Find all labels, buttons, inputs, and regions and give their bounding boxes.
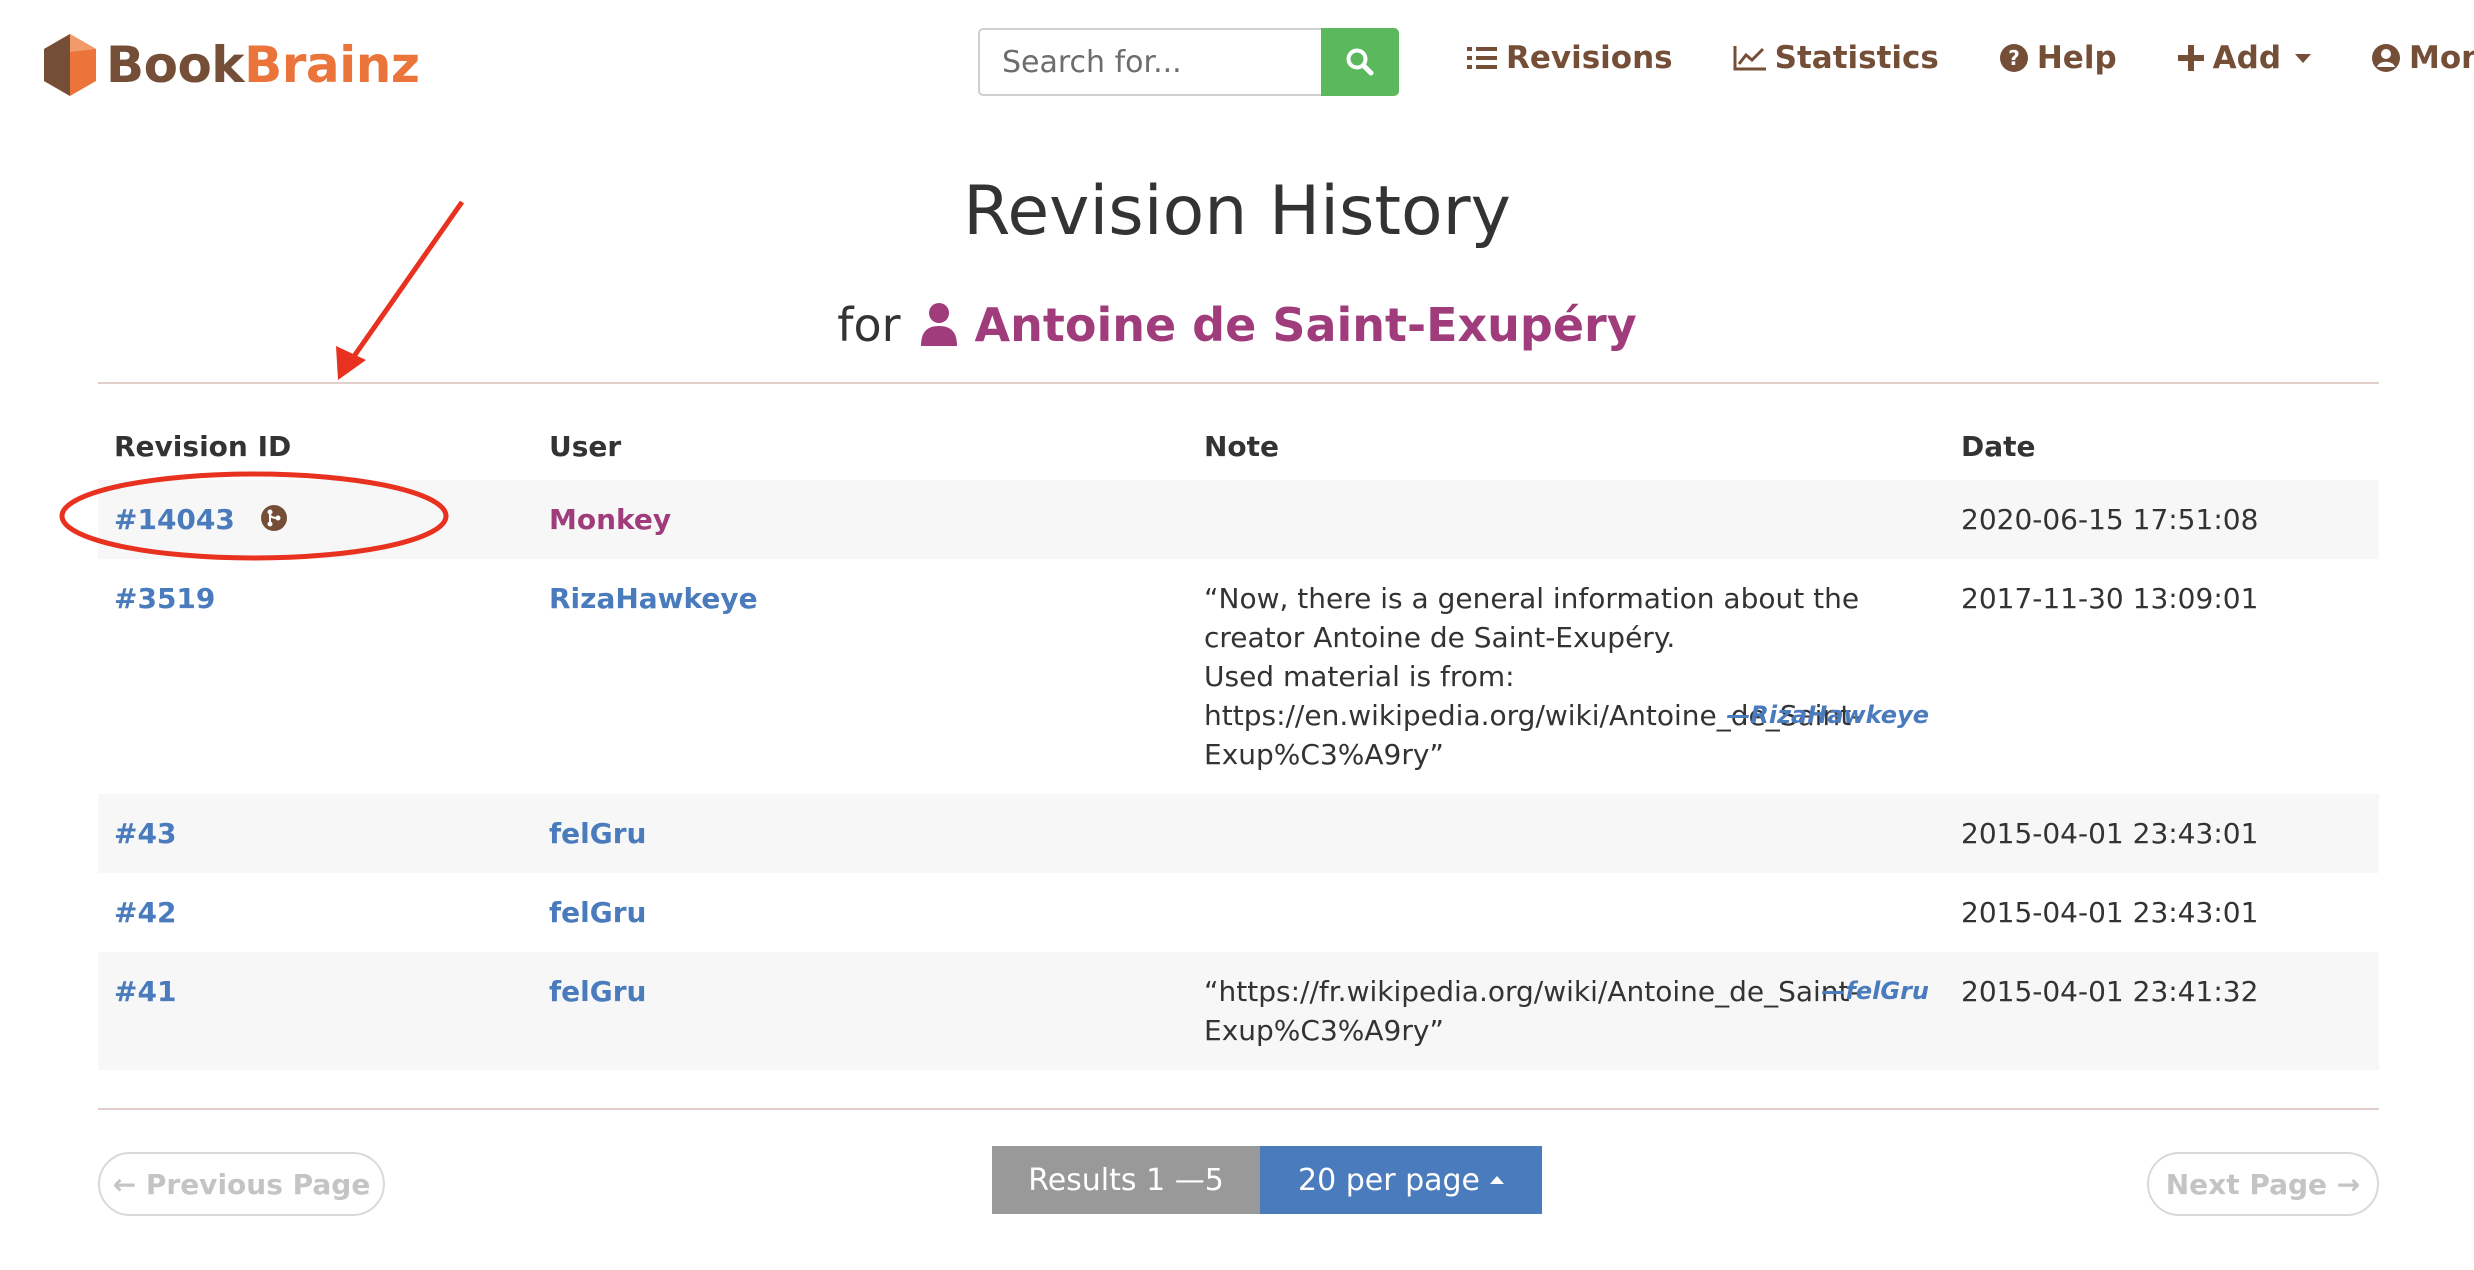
user-circle-icon (2372, 44, 2401, 72)
note-cell (1188, 794, 1945, 873)
nav-user-label: Monkey (2409, 40, 2474, 76)
revision-id-cell: #42 (98, 873, 533, 952)
note-cell (1188, 480, 1945, 559)
date-cell: 2020-06-15 17:51:08 (1945, 480, 2379, 559)
divider-top (98, 382, 2379, 384)
search-input[interactable] (978, 28, 1321, 96)
results-control: Results 1 —5 20 per page (992, 1146, 1542, 1214)
navbar: BookBrainz Revisions Statistics (0, 0, 2474, 130)
note-line: creator Antoine de Saint-Exupéry. (1204, 621, 1676, 654)
nav-user-dropdown[interactable]: Monkey (2371, 40, 2474, 76)
user-cell: felGru (533, 952, 1188, 1070)
note-line: “https://fr.wikipedia.org/wiki/Antoine_d… (1204, 975, 1860, 1008)
previous-page-button[interactable]: ← Previous Page (98, 1152, 385, 1216)
revision-link[interactable]: #41 (114, 975, 176, 1008)
note-cell: “https://fr.wikipedia.org/wiki/Antoine_d… (1188, 952, 1945, 1070)
note-text: “https://fr.wikipedia.org/wiki/Antoine_d… (1204, 972, 1929, 1050)
page-subtitle: for Antoine de Saint-Exupéry (0, 298, 2474, 352)
revision-id-cell: #3519 (98, 559, 533, 794)
nav-add-dropdown[interactable]: Add (2177, 40, 2312, 76)
note-line: Exup%C3%A9ry” (1204, 1014, 1444, 1047)
revision-id-cell: #41 (98, 952, 533, 1070)
revision-link[interactable]: #42 (114, 896, 176, 929)
column-header-date: Date (1961, 429, 2036, 463)
person-icon (920, 303, 957, 346)
note-line: Exup%C3%A9ry” (1204, 738, 1444, 771)
revision-id-cell: #14043 (98, 480, 533, 559)
page-title: Revision History (963, 172, 1511, 251)
date-cell: 2017-11-30 13:09:01 (1961, 582, 2259, 615)
table-row: #42 felGru 2015-04-01 23:43:01 (98, 873, 2379, 952)
brand-name-brainz: Brainz (244, 36, 420, 94)
table-row: #3519 RizaHawkeye “Now, there is a gener… (98, 559, 2379, 794)
search-button[interactable] (1321, 28, 1399, 96)
nav-links: Revisions Statistics ? Help Add Mon (1466, 40, 2474, 76)
merge-icon (260, 505, 287, 531)
date-cell: 2015-04-01 23:43:01 (1945, 794, 2379, 873)
column-header-note: Note (1204, 429, 1280, 463)
column-header-revision-id: Revision ID (114, 429, 292, 463)
revision-link[interactable]: #14043 (114, 503, 235, 536)
nav-revisions[interactable]: Revisions (1466, 40, 1673, 76)
chevron-down-icon (2295, 53, 2312, 63)
line-chart-icon (1733, 46, 1766, 71)
nav-statistics[interactable]: Statistics (1733, 40, 1939, 76)
revision-table: Revision ID User Note Date #14043 Monkey… (98, 412, 2379, 1070)
note-line: Used material is from: (1204, 660, 1515, 693)
note-cell (1188, 873, 1945, 952)
user-link[interactable]: felGru (549, 817, 647, 850)
list-icon (1467, 47, 1497, 69)
date-cell: 2015-04-01 23:41:32 (1945, 952, 2379, 1070)
bookbrainz-logo-icon (44, 34, 96, 96)
revision-link[interactable]: #3519 (114, 582, 215, 615)
user-link[interactable]: felGru (549, 975, 647, 1008)
table-row: #41 felGru “https://fr.wikipedia.org/wik… (98, 952, 2379, 1070)
results-count: Results 1 —5 (992, 1146, 1260, 1214)
user-cell: felGru (533, 794, 1188, 873)
search-form (978, 28, 1399, 96)
user-cell: felGru (533, 873, 1188, 952)
note-line: “Now, there is a general information abo… (1204, 582, 1860, 615)
note-cell: “Now, there is a general information abo… (1188, 559, 1945, 794)
user-cell: RizaHawkeye (533, 559, 1188, 794)
user-link[interactable]: felGru (549, 896, 647, 929)
plus-icon (2177, 45, 2204, 71)
search-icon (1346, 48, 1374, 76)
revision-link[interactable]: #43 (114, 817, 176, 850)
brand-name-book: Book (106, 36, 245, 94)
note-text: “Now, there is a general information abo… (1204, 579, 1929, 774)
nav-help-label: Help (2036, 40, 2117, 76)
chevron-up-icon (1490, 1176, 1504, 1184)
table-row: #14043 Monkey 2020-06-15 17:51:08 (98, 480, 2379, 559)
entity-name-link[interactable]: Antoine de Saint-Exupéry (975, 298, 1637, 352)
brand-name: BookBrainz (106, 36, 420, 94)
brand-logo[interactable]: BookBrainz (42, 30, 420, 100)
divider-bottom (98, 1108, 2379, 1110)
user-link[interactable]: RizaHawkeye (549, 582, 758, 615)
nav-help[interactable]: ? Help (1999, 40, 2117, 76)
per-page-label: 20 per page (1297, 1162, 1480, 1198)
svg-text:?: ? (2008, 46, 2020, 70)
revision-id-cell: #43 (98, 794, 533, 873)
nav-statistics-label: Statistics (1774, 40, 1939, 76)
column-header-user: User (549, 429, 622, 463)
user-cell: Monkey (533, 480, 1188, 559)
nav-revisions-label: Revisions (1506, 40, 1673, 76)
per-page-dropdown[interactable]: 20 per page (1260, 1146, 1542, 1214)
next-page-button[interactable]: Next Page → (2147, 1152, 2379, 1216)
table-header-row: Revision ID User Note Date (98, 412, 2379, 480)
subtitle-for-label: for (837, 298, 901, 352)
user-link[interactable]: Monkey (549, 503, 671, 536)
date-cell: 2015-04-01 23:43:01 (1961, 896, 2259, 929)
nav-add-label: Add (2212, 40, 2282, 76)
table-row: #43 felGru 2015-04-01 23:43:01 (98, 794, 2379, 873)
question-circle-icon: ? (1999, 44, 2028, 72)
